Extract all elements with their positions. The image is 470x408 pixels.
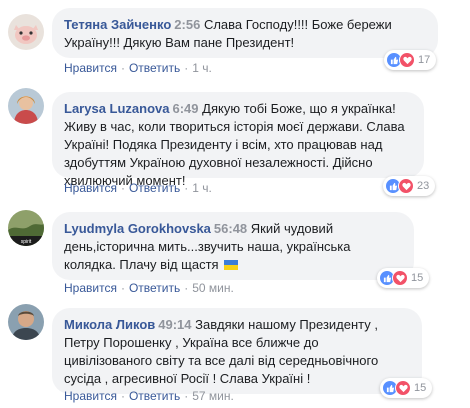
comment-actions: Нравится · Ответить · 57 мин. xyxy=(64,388,234,404)
reply-link[interactable]: Ответить xyxy=(129,181,180,195)
avatar[interactable] xyxy=(8,88,44,124)
comment-author[interactable]: Тетяна Зайченко xyxy=(64,17,171,32)
comment-author[interactable]: Микола Ликов xyxy=(64,317,155,332)
comment-item: Тетяна Зайченко 2:56 Слава Господу!!!! Бо… xyxy=(0,0,470,82)
comment-time[interactable]: 1 ч. xyxy=(192,61,212,75)
reaction-count: 15 xyxy=(411,272,424,284)
like-link[interactable]: Нравится xyxy=(64,389,117,403)
comment-author[interactable]: Lyudmyla Gorokhovska xyxy=(64,221,211,236)
comment-item: Микола Ликов 49:14 Завдяки нашому Президе… xyxy=(0,300,470,408)
separator: · xyxy=(120,281,125,295)
clap-timestamp[interactable]: 6:49 xyxy=(173,101,199,116)
love-icon xyxy=(392,270,408,286)
comment-author[interactable]: Larysa Luzanova xyxy=(64,101,170,116)
comment-time[interactable]: 57 мин. xyxy=(192,389,234,403)
comment-time[interactable]: 50 мин. xyxy=(192,281,234,295)
avatar[interactable] xyxy=(8,304,44,340)
comment-item: spirit Lyudmyla Gorokhovska 56:48 Який чу… xyxy=(0,204,470,300)
reply-link[interactable]: Ответить xyxy=(129,61,180,75)
comment-actions: Нравится · Ответить · 50 мин. xyxy=(64,280,234,296)
avatar[interactable] xyxy=(8,14,44,50)
love-icon xyxy=(399,52,415,68)
love-icon xyxy=(398,178,414,194)
clap-timestamp[interactable]: 56:48 xyxy=(214,221,247,236)
reply-link[interactable]: Ответить xyxy=(129,389,180,403)
like-link[interactable]: Нравится xyxy=(64,281,117,295)
separator: · xyxy=(184,61,189,75)
comment-bubble: Тетяна Зайченко 2:56 Слава Господу!!!! Бо… xyxy=(52,8,438,58)
comment-bubble: Larysa Luzanova 6:49 Дякую тобі Боже, що … xyxy=(52,92,424,188)
avatar[interactable]: spirit xyxy=(8,210,44,246)
clap-timestamp[interactable]: 49:14 xyxy=(158,317,191,332)
reply-link[interactable]: Ответить xyxy=(129,281,180,295)
ukraine-flag-icon xyxy=(224,257,239,270)
comment-time[interactable]: 1 ч. xyxy=(192,181,212,195)
separator: · xyxy=(184,181,189,195)
reactions-badge[interactable]: 23 xyxy=(383,176,436,196)
clap-timestamp[interactable]: 2:56 xyxy=(174,17,200,32)
reactions-badge[interactable]: 15 xyxy=(377,268,430,288)
like-link[interactable]: Нравится xyxy=(64,61,117,75)
comment-item: Larysa Luzanova 6:49 Дякую тобі Боже, що … xyxy=(0,84,470,204)
comment-actions: Нравится · Ответить · 1 ч. xyxy=(64,180,212,196)
separator: · xyxy=(120,61,125,75)
reaction-count: 15 xyxy=(414,382,427,394)
comment-actions: Нравится · Ответить · 1 ч. xyxy=(64,60,212,76)
reaction-count: 23 xyxy=(417,180,430,192)
reaction-count: 17 xyxy=(418,54,431,66)
reactions-badge[interactable]: 17 xyxy=(384,50,437,70)
separator: · xyxy=(120,181,125,195)
separator: · xyxy=(184,389,189,403)
separator: · xyxy=(184,281,189,295)
comment-bubble: Микола Ликов 49:14 Завдяки нашому Президе… xyxy=(52,308,422,394)
like-link[interactable]: Нравится xyxy=(64,181,117,195)
love-icon xyxy=(395,380,411,396)
reactions-badge[interactable]: 15 xyxy=(380,378,433,398)
svg-text:spirit: spirit xyxy=(21,239,32,245)
separator: · xyxy=(120,389,125,403)
comment-bubble: Lyudmyla Gorokhovska 56:48 Який чудовий д… xyxy=(52,212,414,280)
